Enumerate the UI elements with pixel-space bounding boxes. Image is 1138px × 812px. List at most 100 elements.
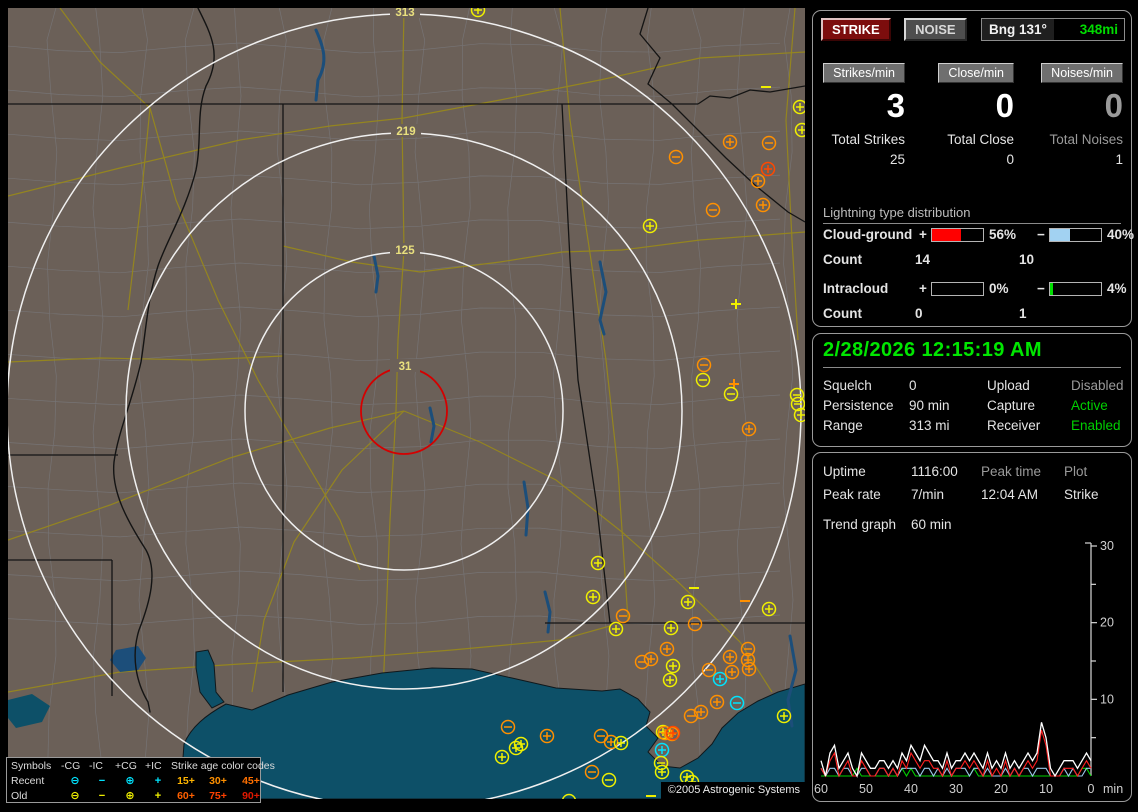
cg-minus-count: 10 bbox=[1019, 252, 1035, 267]
age-75: 75+ bbox=[209, 789, 227, 802]
noise-indicator-button[interactable]: NOISE bbox=[904, 18, 967, 41]
upload-label: Upload bbox=[987, 378, 1030, 393]
ring-label-125: 125 bbox=[390, 243, 420, 257]
close-per-min-value: 0 bbox=[995, 87, 1014, 124]
peak-rate-label: Peak rate bbox=[823, 487, 881, 502]
cg-plus-old-icon: ⊕ bbox=[125, 789, 135, 802]
svg-text:31: 31 bbox=[399, 361, 412, 373]
ring-label-31: 31 bbox=[390, 359, 420, 373]
age-60: 60+ bbox=[177, 789, 195, 802]
ic-count-label: Count bbox=[823, 306, 862, 321]
legend-header-symbols: Symbols bbox=[11, 760, 52, 772]
datetime-display: 2/28/2026 12:15:19 AM bbox=[823, 339, 1121, 368]
legend-header-cg-minus: -CG bbox=[61, 760, 81, 772]
peak-time-label: Peak time bbox=[981, 464, 1042, 479]
plot-value: Strike bbox=[1064, 487, 1099, 502]
chip-close-per-min[interactable]: Close/min bbox=[938, 63, 1014, 83]
total-close-value: 0 bbox=[1006, 152, 1014, 167]
cloud-ground-label: Cloud-ground bbox=[823, 227, 913, 242]
strike-indicator-button[interactable]: STRIKE bbox=[821, 18, 891, 41]
map-legend: Symbols -CG -IC +CG +IC Strike age color… bbox=[6, 757, 275, 803]
legend-header-ic-plus: +IC bbox=[145, 760, 162, 772]
legend-header-ic-minus: -IC bbox=[89, 760, 103, 772]
ic-minus-bar bbox=[1049, 281, 1102, 296]
bearing-label: Bng 131° bbox=[982, 19, 1054, 40]
intracloud-label: Intracloud bbox=[823, 281, 889, 296]
svg-text:313: 313 bbox=[395, 8, 414, 19]
plus-sign: + bbox=[919, 227, 927, 242]
total-noises-label: Total Noises bbox=[1049, 132, 1123, 147]
range-label: Range bbox=[823, 418, 863, 433]
noises-per-min-value: 0 bbox=[1104, 87, 1123, 124]
age-30: 30+ bbox=[209, 774, 227, 787]
distribution-title: Lightning type distribution bbox=[823, 205, 1121, 224]
chip-strikes-per-min[interactable]: Strikes/min bbox=[823, 63, 905, 83]
squelch-value: 0 bbox=[909, 378, 917, 393]
strikes-per-min-value: 3 bbox=[886, 87, 905, 124]
ic-plus-recent-icon: + bbox=[154, 774, 162, 787]
uptime-value: 1116:00 bbox=[911, 464, 958, 479]
peak-rate-value: 7/min bbox=[911, 487, 945, 502]
capture-status: Active bbox=[1071, 398, 1108, 413]
svg-text:min: min bbox=[1103, 782, 1123, 796]
peak-time-value: 12:04 AM bbox=[981, 487, 1039, 502]
ring-label-219: 219 bbox=[391, 124, 421, 138]
trend-panel: Uptime 1116:00 Peak time Plot Peak rate … bbox=[812, 452, 1132, 802]
range-value: 313 mi bbox=[909, 418, 950, 433]
svg-text:40: 40 bbox=[904, 782, 918, 796]
cg-plus-recent-icon: ⊕ bbox=[125, 774, 135, 787]
status-panel: 2/28/2026 12:15:19 AM Squelch 0 Upload D… bbox=[812, 333, 1132, 447]
cg-plus-pct: 56% bbox=[989, 227, 1017, 242]
uptime-label: Uptime bbox=[823, 464, 866, 479]
ic-plus-pct: 0% bbox=[989, 281, 1009, 296]
legend-row-old-label: Old bbox=[11, 789, 28, 802]
svg-text:20: 20 bbox=[1100, 616, 1114, 630]
copyright-label: ©2005 Astrogenic Systems bbox=[660, 782, 805, 799]
bearing-range-value: 348mi bbox=[1079, 22, 1118, 37]
svg-text:219: 219 bbox=[396, 126, 415, 138]
bearing-readout: Bng 131° 348mi bbox=[981, 18, 1125, 41]
svg-text:0: 0 bbox=[1088, 782, 1095, 796]
total-strikes-value: 25 bbox=[889, 152, 905, 167]
ic-plus-count: 0 bbox=[915, 306, 923, 321]
svg-text:30: 30 bbox=[949, 782, 963, 796]
svg-text:20: 20 bbox=[994, 782, 1008, 796]
legend-age-title: Strike age color codes bbox=[171, 760, 275, 772]
age-90: 90+ bbox=[242, 789, 260, 802]
cg-plus-bar bbox=[931, 227, 984, 242]
total-noises-value: 1 bbox=[1115, 152, 1123, 167]
total-strikes-label: Total Strikes bbox=[831, 132, 905, 147]
ic-plus-bar bbox=[931, 281, 984, 296]
chip-noises-per-min[interactable]: Noises/min bbox=[1041, 63, 1123, 83]
svg-text:10: 10 bbox=[1100, 692, 1114, 706]
cg-plus-count: 14 bbox=[915, 252, 931, 267]
cg-minus-pct: 40% bbox=[1107, 227, 1135, 242]
ic-minus-pct: 4% bbox=[1107, 281, 1127, 296]
total-close-label: Total Close bbox=[947, 132, 1014, 147]
plot-label: Plot bbox=[1064, 464, 1088, 479]
cg-minus-old-icon: ⊖ bbox=[70, 789, 80, 802]
ic-plus-old-icon: + bbox=[154, 789, 162, 802]
upload-status: Disabled bbox=[1071, 378, 1124, 393]
age-15: 15+ bbox=[177, 774, 195, 787]
stats-panel: STRIKE NOISE Bng 131° 348mi Strikes/min … bbox=[812, 10, 1134, 327]
minus-sign: − bbox=[1037, 281, 1045, 296]
cg-count-label: Count bbox=[823, 252, 862, 267]
trend-graph: 10 20 30 60 50 40 30 20 10 0 min bbox=[814, 539, 1123, 796]
minus-sign: − bbox=[1037, 227, 1045, 242]
svg-text:30: 30 bbox=[1100, 539, 1114, 553]
cg-minus-bar bbox=[1049, 227, 1102, 242]
legend-header-cg-plus: +CG bbox=[115, 760, 137, 772]
receiver-label: Receiver bbox=[987, 418, 1041, 433]
app-window: 313 219 125 31 ©2005 Astrogenic Systems Sym… bbox=[0, 0, 1138, 812]
squelch-label: Squelch bbox=[823, 378, 872, 393]
persistence-value: 90 min bbox=[909, 398, 950, 413]
svg-text:10: 10 bbox=[1039, 782, 1053, 796]
legend-row-recent-label: Recent bbox=[11, 774, 45, 787]
receiver-status: Enabled bbox=[1071, 418, 1121, 433]
trend-graph-value: 60 min bbox=[911, 517, 952, 532]
age-45: 45+ bbox=[242, 774, 260, 787]
svg-text:60: 60 bbox=[814, 782, 828, 796]
map-canvas[interactable]: 313 219 125 31 ©2005 Astrogenic Systems bbox=[8, 8, 805, 799]
svg-text:50: 50 bbox=[859, 782, 873, 796]
